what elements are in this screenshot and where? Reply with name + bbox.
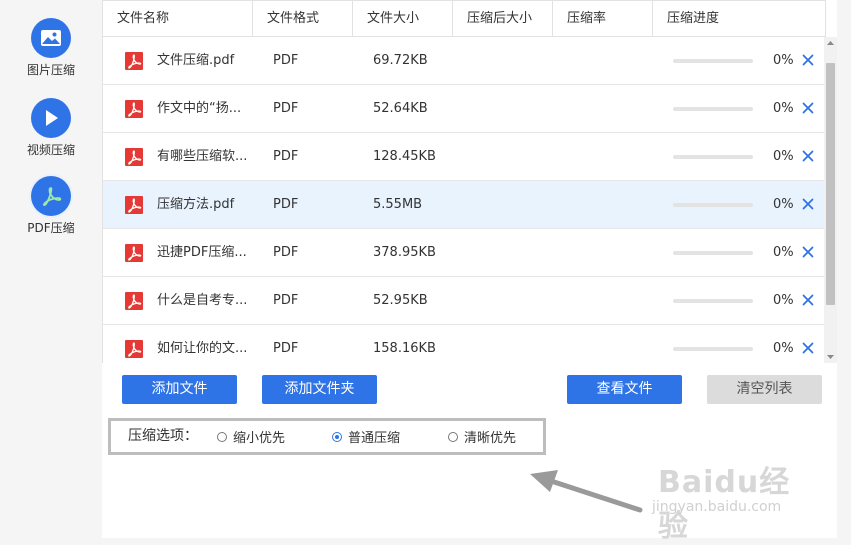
- table-row[interactable]: 什么是自考专... PDF 52.95KB 0%: [103, 277, 826, 325]
- table-header: 文件名称 文件格式 文件大小 压缩后大小 压缩率 压缩进度: [102, 0, 826, 37]
- file-size: 52.64KB: [373, 101, 428, 116]
- clear-list-button[interactable]: 清空列表: [707, 375, 822, 404]
- watermark-url: jingyan.baidu.com: [652, 499, 782, 515]
- vertical-scrollbar[interactable]: [824, 37, 837, 363]
- pdf-file-icon: [125, 244, 143, 262]
- progress-percent: 0%: [773, 245, 794, 260]
- add-folder-button[interactable]: 添加文件夹: [262, 375, 377, 404]
- progress-bar: [673, 203, 753, 207]
- column-header-format[interactable]: 文件格式: [253, 1, 353, 36]
- progress-percent: 0%: [773, 53, 794, 68]
- progress-bar: [673, 107, 753, 111]
- column-header-progress[interactable]: 压缩进度: [653, 1, 825, 36]
- scroll-down-arrow-icon[interactable]: [824, 351, 837, 363]
- option-label: 缩小优先: [233, 431, 286, 446]
- pdf-file-icon: [125, 52, 143, 70]
- pdf-file-icon: [125, 196, 143, 214]
- file-format: PDF: [273, 101, 299, 116]
- file-format: PDF: [273, 245, 299, 260]
- file-size: 158.16KB: [373, 341, 436, 356]
- sidebar-item-label: 视频压缩: [26, 143, 75, 157]
- pdf-file-icon: [125, 148, 143, 166]
- file-name: 如何让你的文...: [157, 341, 248, 356]
- option-normal[interactable]: 普通压缩: [332, 421, 400, 452]
- sidebar-item-video-compress[interactable]: 视频压缩: [0, 98, 102, 157]
- progress-bar: [673, 59, 753, 63]
- radio-button[interactable]: [217, 431, 227, 442]
- pdf-file-icon: [125, 292, 143, 310]
- option-clarity-first[interactable]: 清晰优先: [448, 421, 516, 452]
- file-format: PDF: [273, 293, 299, 308]
- progress-percent: 0%: [773, 101, 794, 116]
- column-header-size[interactable]: 文件大小: [353, 1, 453, 36]
- file-format: PDF: [273, 149, 299, 164]
- annotation-arrow-icon: [530, 470, 643, 513]
- close-icon[interactable]: [800, 148, 816, 164]
- add-file-button[interactable]: 添加文件: [122, 375, 237, 404]
- sidebar: 图片压缩 视频压缩 PDF压缩: [0, 0, 102, 538]
- file-list: 文件压缩.pdf PDF 69.72KB 0% 作文中的“扬... PDF 52…: [102, 37, 826, 363]
- progress-bar: [673, 299, 753, 303]
- file-size: 69.72KB: [373, 53, 428, 68]
- progress-bar: [673, 155, 753, 159]
- option-label: 清晰优先: [464, 431, 517, 446]
- progress-bar: [673, 251, 753, 255]
- radio-button-checked[interactable]: [332, 431, 342, 442]
- file-name: 文件压缩.pdf: [157, 53, 235, 68]
- options-label: 压缩选项：: [128, 428, 198, 444]
- close-icon[interactable]: [800, 244, 816, 260]
- file-size: 5.55MB: [373, 197, 423, 212]
- table-row[interactable]: 压缩方法.pdf PDF 5.55MB 0%: [103, 181, 826, 229]
- compression-options: 压缩选项： 缩小优先 普通压缩 清晰优先: [108, 418, 546, 455]
- close-icon[interactable]: [800, 292, 816, 308]
- sidebar-item-pdf-compress[interactable]: PDF压缩: [0, 176, 102, 235]
- progress-percent: 0%: [773, 341, 794, 356]
- sidebar-item-label: 图片压缩: [26, 63, 75, 77]
- close-icon[interactable]: [800, 340, 816, 356]
- file-format: PDF: [273, 341, 299, 356]
- scrollbar-thumb[interactable]: [826, 63, 835, 305]
- file-format: PDF: [273, 53, 299, 68]
- pdf-file-icon: [125, 100, 143, 118]
- option-smaller-first[interactable]: 缩小优先: [217, 421, 285, 452]
- file-name: 什么是自考专...: [157, 293, 248, 308]
- pdf-icon: [31, 176, 71, 216]
- file-size: 128.45KB: [373, 149, 436, 164]
- progress-percent: 0%: [773, 293, 794, 308]
- progress-percent: 0%: [773, 197, 794, 212]
- table-row[interactable]: 如何让你的文... PDF 158.16KB 0%: [103, 325, 826, 363]
- column-header-ratio[interactable]: 压缩率: [553, 1, 653, 36]
- file-name: 迅捷PDF压缩...: [157, 245, 247, 260]
- sidebar-item-image-compress[interactable]: 图片压缩: [0, 18, 102, 77]
- table-row[interactable]: 文件压缩.pdf PDF 69.72KB 0%: [103, 37, 826, 85]
- column-header-name[interactable]: 文件名称: [103, 1, 253, 36]
- image-icon: [31, 18, 71, 58]
- table-row[interactable]: 迅捷PDF压缩... PDF 378.95KB 0%: [103, 229, 826, 277]
- table-row[interactable]: 有哪些压缩软... PDF 128.45KB 0%: [103, 133, 826, 181]
- file-name: 有哪些压缩软...: [157, 149, 248, 164]
- file-format: PDF: [273, 197, 299, 212]
- close-icon[interactable]: [800, 100, 816, 116]
- baidu-watermark: Baidu经验 jingyan.baidu.com: [640, 455, 815, 544]
- file-size: 52.95KB: [373, 293, 428, 308]
- window-edge: [837, 0, 851, 538]
- column-header-compressed-size[interactable]: 压缩后大小: [453, 1, 553, 36]
- sidebar-item-label: PDF压缩: [27, 221, 75, 235]
- close-icon[interactable]: [800, 52, 816, 68]
- pdf-file-icon: [125, 340, 143, 358]
- progress-bar: [673, 347, 753, 351]
- file-name: 作文中的“扬...: [157, 101, 242, 116]
- radio-button[interactable]: [448, 431, 458, 442]
- view-files-button[interactable]: 查看文件: [567, 375, 682, 404]
- scroll-up-arrow-icon[interactable]: [824, 37, 837, 49]
- close-icon[interactable]: [800, 196, 816, 212]
- play-icon: [31, 98, 71, 138]
- file-name: 压缩方法.pdf: [157, 197, 235, 212]
- file-size: 378.95KB: [373, 245, 436, 260]
- option-label: 普通压缩: [348, 431, 401, 446]
- progress-percent: 0%: [773, 149, 794, 164]
- table-row[interactable]: 作文中的“扬... PDF 52.64KB 0%: [103, 85, 826, 133]
